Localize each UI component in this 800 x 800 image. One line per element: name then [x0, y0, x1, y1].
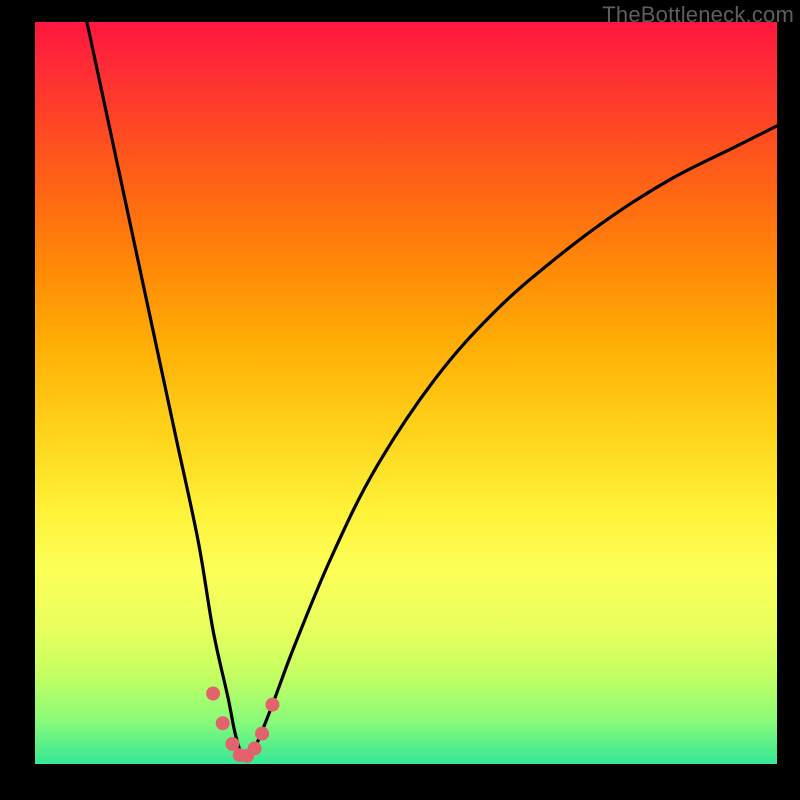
marker-group [206, 687, 279, 763]
curve-marker [216, 716, 230, 730]
curve-marker [206, 687, 220, 701]
plot-area [35, 22, 777, 764]
chart-root: TheBottleneck.com [0, 0, 800, 800]
curve-marker [248, 741, 262, 755]
curve-marker [255, 727, 269, 741]
bottleneck-curve-path [87, 22, 777, 759]
curve-layer [35, 22, 777, 764]
curve-marker [265, 698, 279, 712]
